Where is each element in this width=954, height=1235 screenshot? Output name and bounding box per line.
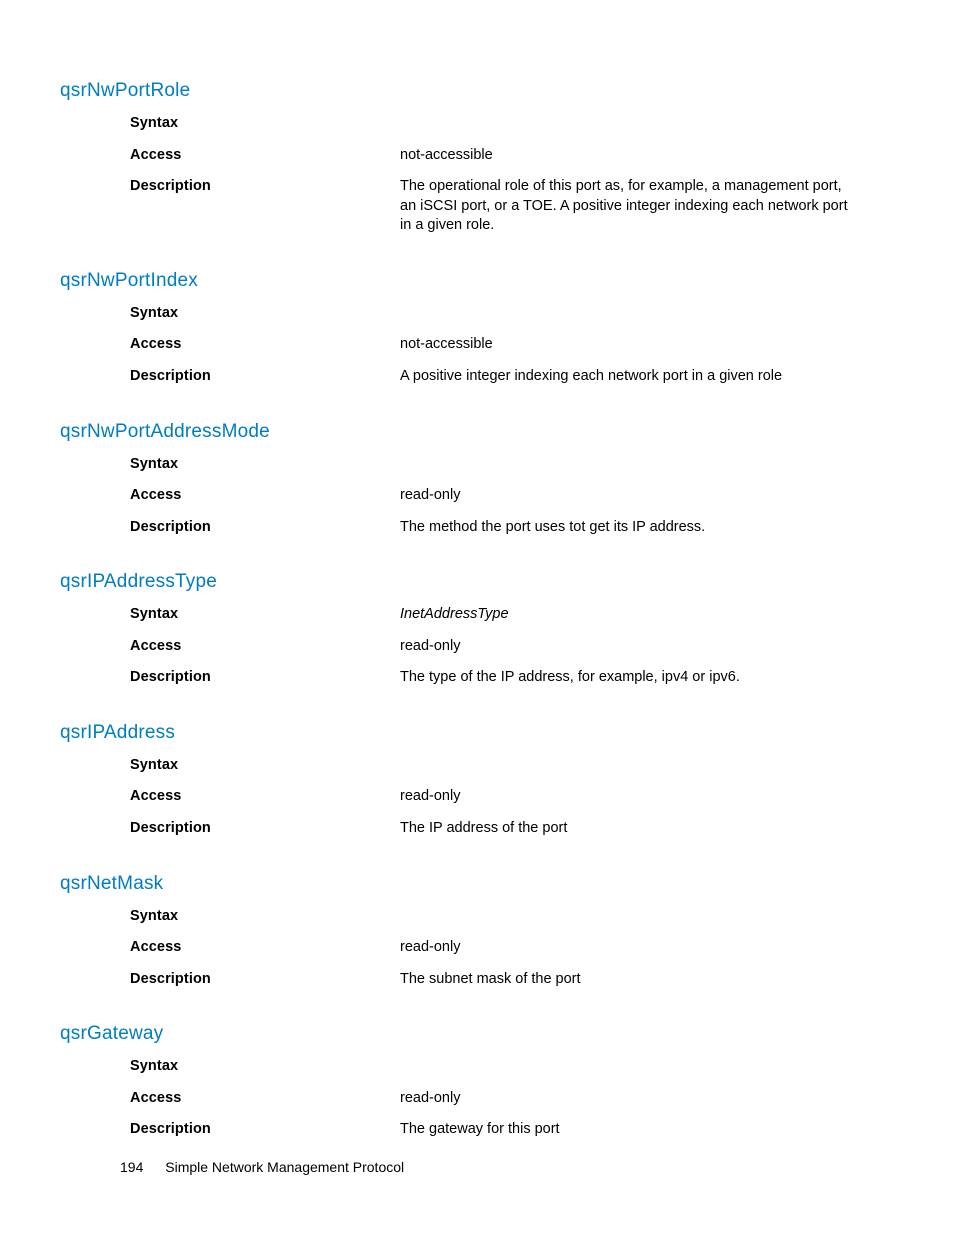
section-qsrGateway: qsrGateway Syntax Access read-only Descr… — [60, 1023, 894, 1140]
value-description: The method the port uses tot get its IP … — [400, 518, 894, 538]
section-qsrNwPortIndex: qsrNwPortIndex Syntax Access not-accessi… — [60, 270, 894, 387]
row-access: Access read-only — [60, 1089, 894, 1109]
row-syntax: Syntax — [60, 1057, 894, 1077]
row-description: Description The method the port uses tot… — [60, 518, 894, 538]
value-syntax: InetAddressType — [400, 605, 894, 625]
value-access: not-accessible — [400, 335, 894, 355]
label-syntax: Syntax — [60, 907, 400, 927]
section-title: qsrIPAddressType — [60, 571, 894, 593]
row-syntax: Syntax — [60, 304, 894, 324]
label-access: Access — [60, 335, 400, 355]
label-access: Access — [60, 787, 400, 807]
row-description: Description The gateway for this port — [60, 1120, 894, 1140]
section-qsrNetMask: qsrNetMask Syntax Access read-only Descr… — [60, 873, 894, 990]
section-title: qsrIPAddress — [60, 722, 894, 744]
section-qsrNwPortAddressMode: qsrNwPortAddressMode Syntax Access read-… — [60, 421, 894, 538]
label-syntax: Syntax — [60, 1057, 400, 1077]
page-number: 194 — [120, 1159, 143, 1175]
row-access: Access read-only — [60, 787, 894, 807]
section-title: qsrNwPortAddressMode — [60, 421, 894, 443]
label-access: Access — [60, 1089, 400, 1109]
section-qsrNwPortRole: qsrNwPortRole Syntax Access not-accessib… — [60, 80, 894, 236]
section-title: qsrNwPortRole — [60, 80, 894, 102]
label-access: Access — [60, 146, 400, 166]
page-footer: 194 Simple Network Management Protocol — [0, 1159, 954, 1175]
value-description: A positive integer indexing each network… — [400, 367, 894, 387]
row-access: Access not-accessible — [60, 146, 894, 166]
value-access: read-only — [400, 938, 894, 958]
section-qsrIPAddressType: qsrIPAddressType Syntax InetAddressType … — [60, 571, 894, 688]
row-description: Description The subnet mask of the port — [60, 970, 894, 990]
label-syntax: Syntax — [60, 114, 400, 134]
value-description: The type of the IP address, for example,… — [400, 668, 894, 688]
label-syntax: Syntax — [60, 756, 400, 776]
section-qsrIPAddress: qsrIPAddress Syntax Access read-only Des… — [60, 722, 894, 839]
label-description: Description — [60, 518, 400, 538]
row-access: Access not-accessible — [60, 335, 894, 355]
label-description: Description — [60, 668, 400, 688]
value-description: The gateway for this port — [400, 1120, 894, 1140]
value-access: not-accessible — [400, 146, 894, 166]
label-access: Access — [60, 938, 400, 958]
label-description: Description — [60, 970, 400, 990]
row-syntax: Syntax — [60, 114, 894, 134]
label-syntax: Syntax — [60, 304, 400, 324]
section-title: qsrNetMask — [60, 873, 894, 895]
section-title: qsrGateway — [60, 1023, 894, 1045]
label-access: Access — [60, 637, 400, 657]
row-access: Access read-only — [60, 938, 894, 958]
label-description: Description — [60, 367, 400, 387]
page-content: qsrNwPortRole Syntax Access not-accessib… — [0, 0, 954, 1140]
row-description: Description The type of the IP address, … — [60, 668, 894, 688]
section-title: qsrNwPortIndex — [60, 270, 894, 292]
label-syntax: Syntax — [60, 455, 400, 475]
label-syntax: Syntax — [60, 605, 400, 625]
value-access: read-only — [400, 637, 894, 657]
value-access: read-only — [400, 787, 894, 807]
row-description: Description A positive integer indexing … — [60, 367, 894, 387]
label-description: Description — [60, 819, 400, 839]
row-syntax: Syntax — [60, 907, 894, 927]
value-description: The operational role of this port as, fo… — [400, 177, 894, 236]
row-description: Description The IP address of the port — [60, 819, 894, 839]
footer-title: Simple Network Management Protocol — [165, 1159, 404, 1175]
value-access: read-only — [400, 1089, 894, 1109]
value-description: The IP address of the port — [400, 819, 894, 839]
row-syntax: Syntax — [60, 455, 894, 475]
label-description: Description — [60, 177, 400, 197]
value-access: read-only — [400, 486, 894, 506]
row-syntax: Syntax — [60, 756, 894, 776]
row-access: Access read-only — [60, 637, 894, 657]
row-syntax: Syntax InetAddressType — [60, 605, 894, 625]
label-description: Description — [60, 1120, 400, 1140]
value-description: The subnet mask of the port — [400, 970, 894, 990]
row-description: Description The operational role of this… — [60, 177, 894, 236]
row-access: Access read-only — [60, 486, 894, 506]
label-access: Access — [60, 486, 400, 506]
